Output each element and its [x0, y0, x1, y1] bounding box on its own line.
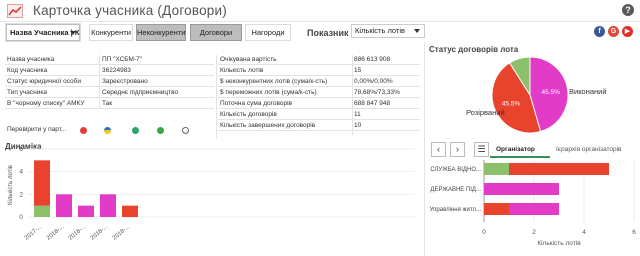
bar-segment: [509, 203, 559, 215]
indicator-label: Показник: [307, 28, 349, 38]
pie-data-label: 45.5%: [541, 89, 560, 96]
y-tick-label: 2: [19, 191, 23, 198]
next-button[interactable]: ›: [450, 142, 465, 157]
registry-icon[interactable]: [80, 127, 87, 134]
table-row: Кількість договорів 11: [218, 110, 420, 120]
bar-segment: [484, 183, 559, 195]
table-row: $ переможних лотів (сума/к-сть) 78,68%/7…: [218, 88, 420, 98]
bar-segment: [100, 194, 116, 217]
pie-label-executed: Виконаний: [569, 87, 607, 96]
category-label: Управління житл...: [430, 207, 482, 213]
facebook-icon[interactable]: f: [594, 26, 605, 37]
x-tick-label: 2018-...: [90, 224, 110, 242]
title-bar: Карточка учасника (Договори) ?: [0, 0, 640, 22]
court-icon[interactable]: [132, 127, 139, 134]
table-row: Тип учасника Середнє підприємництво: [5, 88, 214, 98]
table-row: В "чорному списку" АМКУ Так: [5, 99, 214, 109]
divider: [216, 55, 217, 139]
page-title: Карточка учасника (Договори): [33, 3, 227, 18]
bar-segment: [78, 205, 94, 217]
status-pie-chart: 45.5% 45.5%: [491, 56, 569, 134]
bar-segment: [56, 194, 72, 217]
non-competitors-button[interactable]: Неконкуренти: [136, 24, 186, 41]
table-row: $ неконкурентних лотів (сума/к-сть) 0,00…: [218, 77, 420, 87]
filter-bar: Назва Учасника | К... Конкуренти Неконку…: [0, 22, 640, 44]
bar-segment: [34, 160, 50, 206]
y-tick-label: 0: [19, 214, 23, 221]
pie-data-label: 45.5%: [502, 101, 521, 108]
youtube-icon[interactable]: ▶: [622, 26, 633, 37]
bar-segment: [484, 203, 509, 215]
x-tick-label: 0: [482, 229, 486, 236]
bar-segment: [484, 163, 509, 175]
bar-segment: [509, 163, 609, 175]
document-icon[interactable]: [157, 127, 164, 134]
divider: [99, 55, 100, 109]
help-icon[interactable]: ?: [622, 4, 634, 16]
category-label: ДЕРЖАВНЕ ПІД...: [430, 187, 481, 193]
participant-info-table: Назва учасника ПП "ХСБМ-7" Код учасника …: [5, 55, 214, 121]
lot-stats-table: Очікувана вартість 886 613 908 Кількість…: [218, 55, 420, 135]
status-pie-title: Статус договорів лота: [429, 45, 519, 54]
table-row: Поточна сума договорів 688 847 948: [218, 99, 420, 109]
table-row: Кількість лотів 15: [218, 66, 420, 76]
table-row: Статус юридичної особи Зареєстровано: [5, 77, 214, 87]
tab-organizer[interactable]: Організатор: [496, 146, 535, 153]
prev-button[interactable]: ‹: [431, 142, 446, 157]
table-row: Кількість завершених договорів 10: [218, 121, 420, 131]
list-view-button[interactable]: ☰: [474, 142, 489, 157]
table-row: Очікувана вартість 886 613 908: [218, 55, 420, 65]
bar-segment: [122, 205, 138, 217]
divider: [352, 55, 353, 135]
x-tick-label: 4: [582, 229, 586, 236]
participant-dropdown[interactable]: Назва Учасника | К...: [6, 24, 80, 41]
x-tick-label: 2018-...: [46, 224, 66, 242]
x-tick-label: 2: [532, 229, 536, 236]
contracts-button[interactable]: Договори: [190, 24, 242, 41]
y-axis-label: Кількість лотів: [8, 165, 14, 205]
awards-button[interactable]: Нагороди: [245, 24, 291, 41]
panel-divider: [424, 42, 425, 256]
category-label: СЛУЖБА ВІДНО...: [430, 167, 481, 173]
x-tick-label: 2017-...: [24, 224, 44, 242]
search-icon[interactable]: [182, 127, 189, 134]
indicator-select[interactable]: Кількість лотів: [351, 24, 425, 38]
table-row: Назва учасника ПП "ХСБМ-7": [5, 55, 214, 65]
google-plus-icon[interactable]: G: [608, 26, 619, 37]
y-tick-label: 6: [19, 146, 23, 153]
y-tick-label: 4: [19, 169, 23, 176]
table-row: Код учасника 36224983: [5, 66, 214, 76]
x-tick-label: 2018-...: [68, 224, 88, 242]
bar-segment: [34, 205, 50, 217]
x-axis-label: Кількість лотів: [537, 239, 581, 247]
dynamics-chart: 0246Кількість лотів2017-... 2018-... 2018-…: [8, 146, 415, 242]
pie-label-terminated: Розірваний: [466, 108, 505, 117]
check-partners-label: Перевірити у парт...: [7, 126, 67, 133]
flag-icon[interactable]: [104, 127, 111, 134]
organizer-bar-chart: 0 2 4 6 СЛУЖБА ВІДНО... ДЕРЖАВНЕ ПІД... Управл…: [430, 160, 636, 247]
x-tick-label: 6: [632, 229, 636, 236]
chart-line-icon: [7, 4, 23, 18]
competitors-button[interactable]: Конкуренти: [89, 24, 133, 41]
tab-organizer-hierarchy[interactable]: Ієрархія організаторів: [556, 146, 622, 153]
x-tick-label: 2018-...: [112, 224, 132, 242]
